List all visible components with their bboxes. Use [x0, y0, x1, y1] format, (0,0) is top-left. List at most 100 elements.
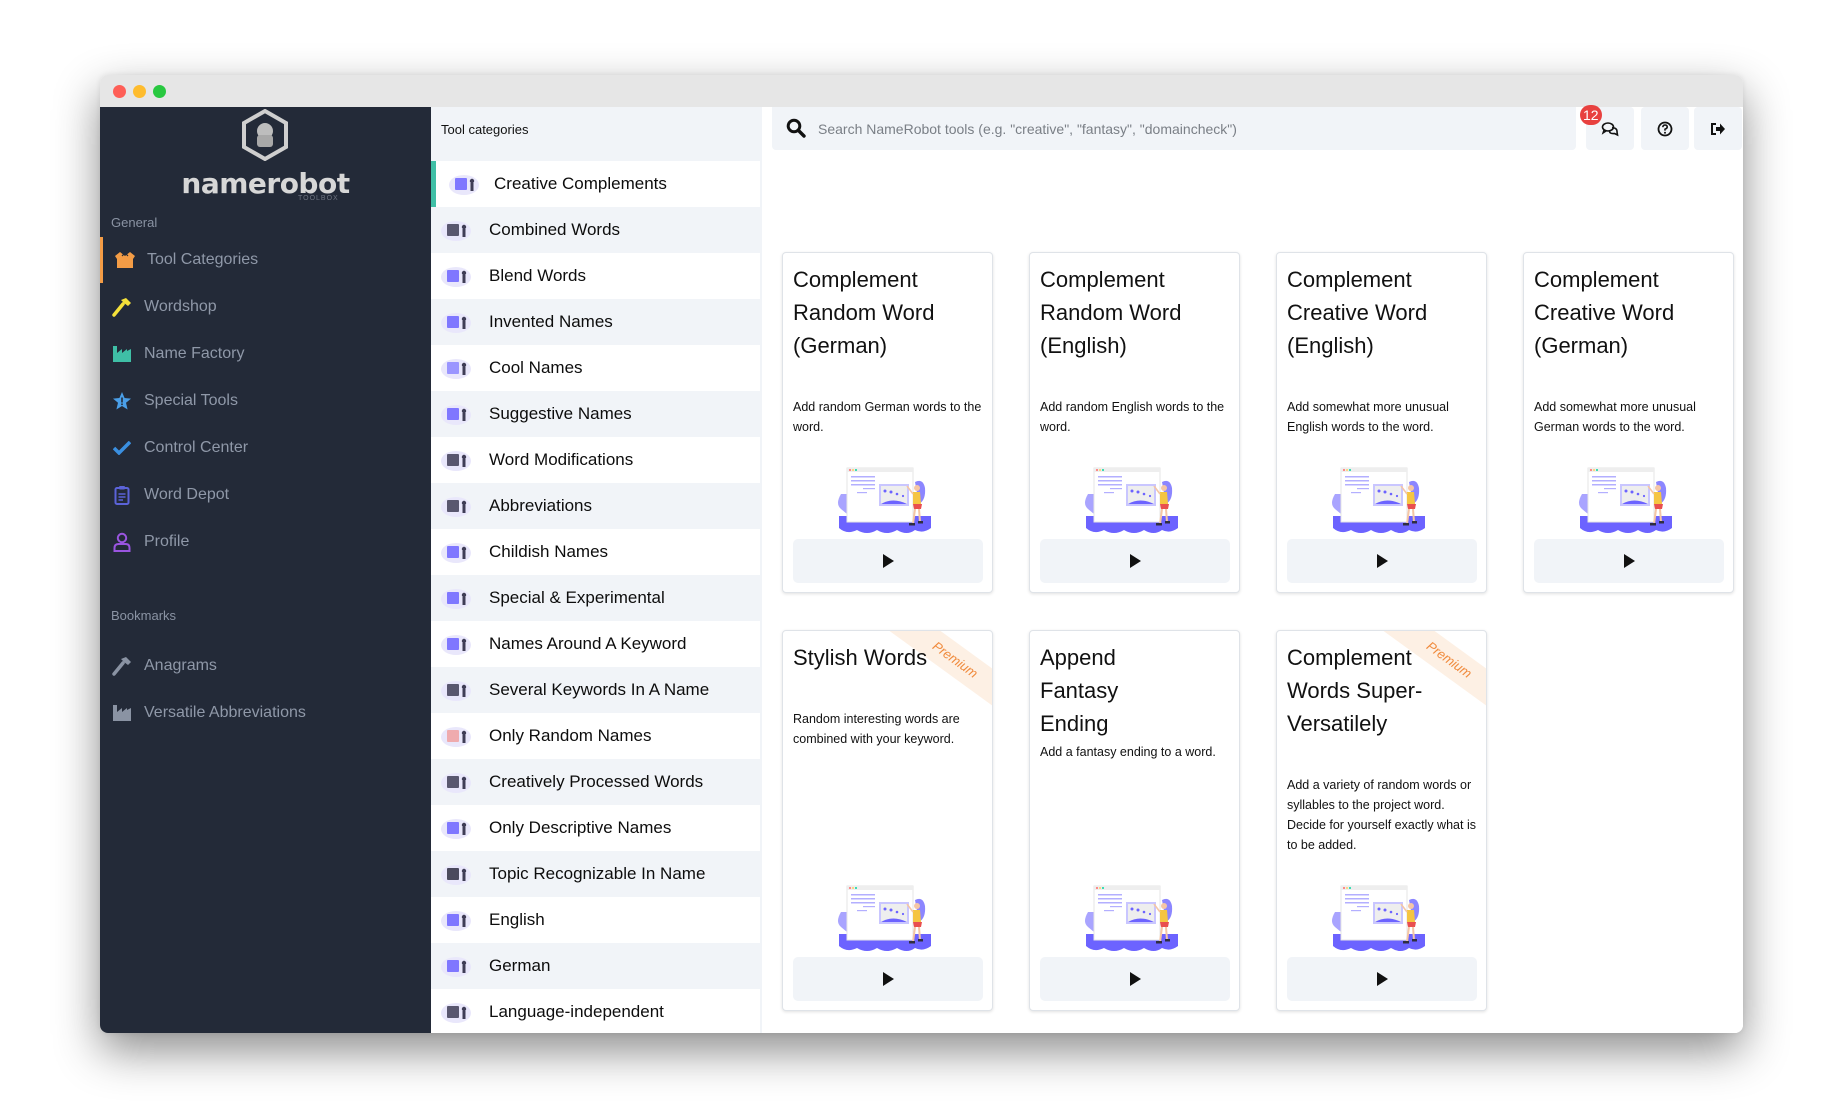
sidebar-item-wordshop[interactable]: Wordshop — [100, 284, 431, 330]
card-title: Complement Random Word (English) — [1040, 267, 1182, 358]
category-item[interactable]: Names Around A Keyword — [431, 621, 760, 667]
play-icon — [1130, 554, 1141, 568]
sidebar-item-profile[interactable]: Profile — [100, 519, 431, 565]
category-item[interactable]: Invented Names — [431, 299, 760, 345]
sidebar-item-name-factory[interactable]: Name Factory — [100, 331, 431, 377]
category-thumbnail-icon — [441, 1003, 471, 1023]
star-exclamation-icon — [111, 390, 133, 412]
category-item[interactable]: Topic Recognizable In Name — [431, 851, 760, 897]
category-item[interactable]: Special & Experimental — [431, 575, 760, 621]
category-item[interactable]: German — [431, 943, 760, 989]
sidebar-item-label: Tool Categories — [147, 251, 259, 268]
run-tool-button[interactable] — [1287, 539, 1477, 583]
category-item[interactable]: Childish Names — [431, 529, 760, 575]
logo[interactable]: namerobot TOOLBOX — [100, 107, 431, 207]
category-thumbnail-icon — [441, 865, 471, 885]
maximize-window-button[interactable] — [153, 85, 166, 98]
category-item[interactable]: Creative Complements — [431, 161, 760, 207]
tool-card[interactable]: Complement Random Word (German) Add rando… — [782, 252, 993, 593]
sidebar-item-label: Word Depot — [144, 486, 230, 503]
tool-card[interactable]: Complement Random Word (English) Add rand… — [1029, 252, 1240, 593]
category-thumbnail-icon — [441, 497, 471, 517]
play-icon — [1377, 554, 1388, 568]
card-illustration — [1578, 467, 1672, 533]
run-tool-button[interactable] — [793, 957, 983, 1001]
bookmark-item-versatile-abbreviations[interactable]: Versatile Abbreviations — [100, 690, 431, 736]
category-thumbnail-icon — [441, 359, 471, 379]
card-title: Complement Random Word (German) — [793, 267, 935, 358]
card-title: Complement Creative Word (German) — [1534, 267, 1675, 358]
play-icon — [1624, 554, 1635, 568]
category-item[interactable]: Combined Words — [431, 207, 760, 253]
play-icon — [883, 554, 894, 568]
help-button[interactable] — [1641, 107, 1689, 150]
general-section-label: General — [111, 215, 158, 230]
card-illustration — [1331, 467, 1425, 533]
messages-button[interactable]: 12 — [1580, 105, 1634, 150]
user-icon — [111, 531, 133, 553]
industry-icon — [111, 702, 133, 724]
search-input[interactable] — [818, 107, 1558, 150]
category-thumbnail-icon — [441, 589, 471, 609]
sidebar-item-word-depot[interactable]: Word Depot — [100, 472, 431, 518]
bookmark-item-anagrams[interactable]: Anagrams — [100, 643, 431, 689]
category-thumbnail-icon — [441, 773, 471, 793]
category-thumbnail-icon — [441, 911, 471, 931]
category-item[interactable]: Blend Words — [431, 253, 760, 299]
category-thumbnail-icon — [441, 543, 471, 563]
category-label: Names Around A Keyword — [489, 634, 687, 653]
category-label: Special & Experimental — [489, 588, 665, 607]
card-illustration — [837, 467, 931, 533]
run-tool-button[interactable] — [1040, 539, 1230, 583]
search-bar — [772, 107, 1576, 150]
run-tool-button[interactable] — [1287, 957, 1477, 1001]
tool-card[interactable]: Premium Complement Words Super-Versatilel… — [1276, 630, 1487, 1011]
card-illustration — [1084, 885, 1178, 951]
category-label: Only Random Names — [489, 726, 652, 745]
category-thumbnail-icon — [449, 175, 479, 195]
card-description: Add random English words to the word. — [1040, 400, 1225, 434]
hammer-icon — [111, 296, 133, 318]
category-label: Word Modifications — [489, 450, 634, 469]
run-tool-button[interactable] — [1534, 539, 1724, 583]
category-item[interactable]: Only Random Names — [431, 713, 760, 759]
category-label: Abbreviations — [489, 496, 593, 515]
close-window-button[interactable] — [113, 85, 126, 98]
category-thumbnail-icon — [441, 313, 471, 333]
category-item[interactable]: Suggestive Names — [431, 391, 760, 437]
card-title: Stylish Words — [793, 645, 928, 670]
card-description: Add a variety of random words or syllabl… — [1287, 778, 1476, 852]
tool-card[interactable]: Complement Creative Word (German) Add som… — [1523, 252, 1734, 593]
tool-card[interactable]: Append Fantasy Ending Add a fantasy endin… — [1029, 630, 1240, 1011]
sidebar-item-special-tools[interactable]: Special Tools — [100, 378, 431, 424]
tool-card[interactable]: Complement Creative Word (English) Add so… — [1276, 252, 1487, 593]
play-icon — [1130, 972, 1141, 986]
category-item[interactable]: Abbreviations — [431, 483, 760, 529]
run-tool-button[interactable] — [793, 539, 983, 583]
card-illustration — [837, 885, 931, 951]
category-item[interactable]: Several Keywords In A Name — [431, 667, 760, 713]
hammer-icon — [111, 655, 133, 677]
tool-card[interactable]: Premium Stylish Words Random interesting w… — [782, 630, 993, 1011]
run-tool-button[interactable] — [1040, 957, 1230, 1001]
category-label: Blend Words — [489, 266, 587, 285]
category-item[interactable]: English — [431, 897, 760, 943]
category-item[interactable]: Language-independent — [431, 989, 760, 1033]
category-label: Combined Words — [489, 220, 621, 239]
category-thumbnail-icon — [441, 405, 471, 425]
category-item[interactable]: Word Modifications — [431, 437, 760, 483]
card-illustration — [1331, 885, 1425, 951]
category-item[interactable]: Only Descriptive Names — [431, 805, 760, 851]
sidebar-item-control-center[interactable]: Control Center — [100, 425, 431, 471]
category-thumbnail-icon — [441, 451, 471, 471]
category-label: Creatively Processed Words — [489, 772, 704, 791]
category-thumbnail-icon — [441, 221, 471, 241]
logout-icon — [1711, 122, 1725, 135]
logout-button[interactable] — [1694, 107, 1742, 150]
category-item[interactable]: Creatively Processed Words — [431, 759, 760, 805]
category-thumbnail-icon — [441, 267, 471, 287]
minimize-window-button[interactable] — [133, 85, 146, 98]
category-item[interactable]: Cool Names — [431, 345, 760, 391]
sidebar-item-tool-categories[interactable]: Tool Categories — [100, 237, 431, 283]
card-title: Complement Creative Word (English) — [1287, 267, 1428, 358]
